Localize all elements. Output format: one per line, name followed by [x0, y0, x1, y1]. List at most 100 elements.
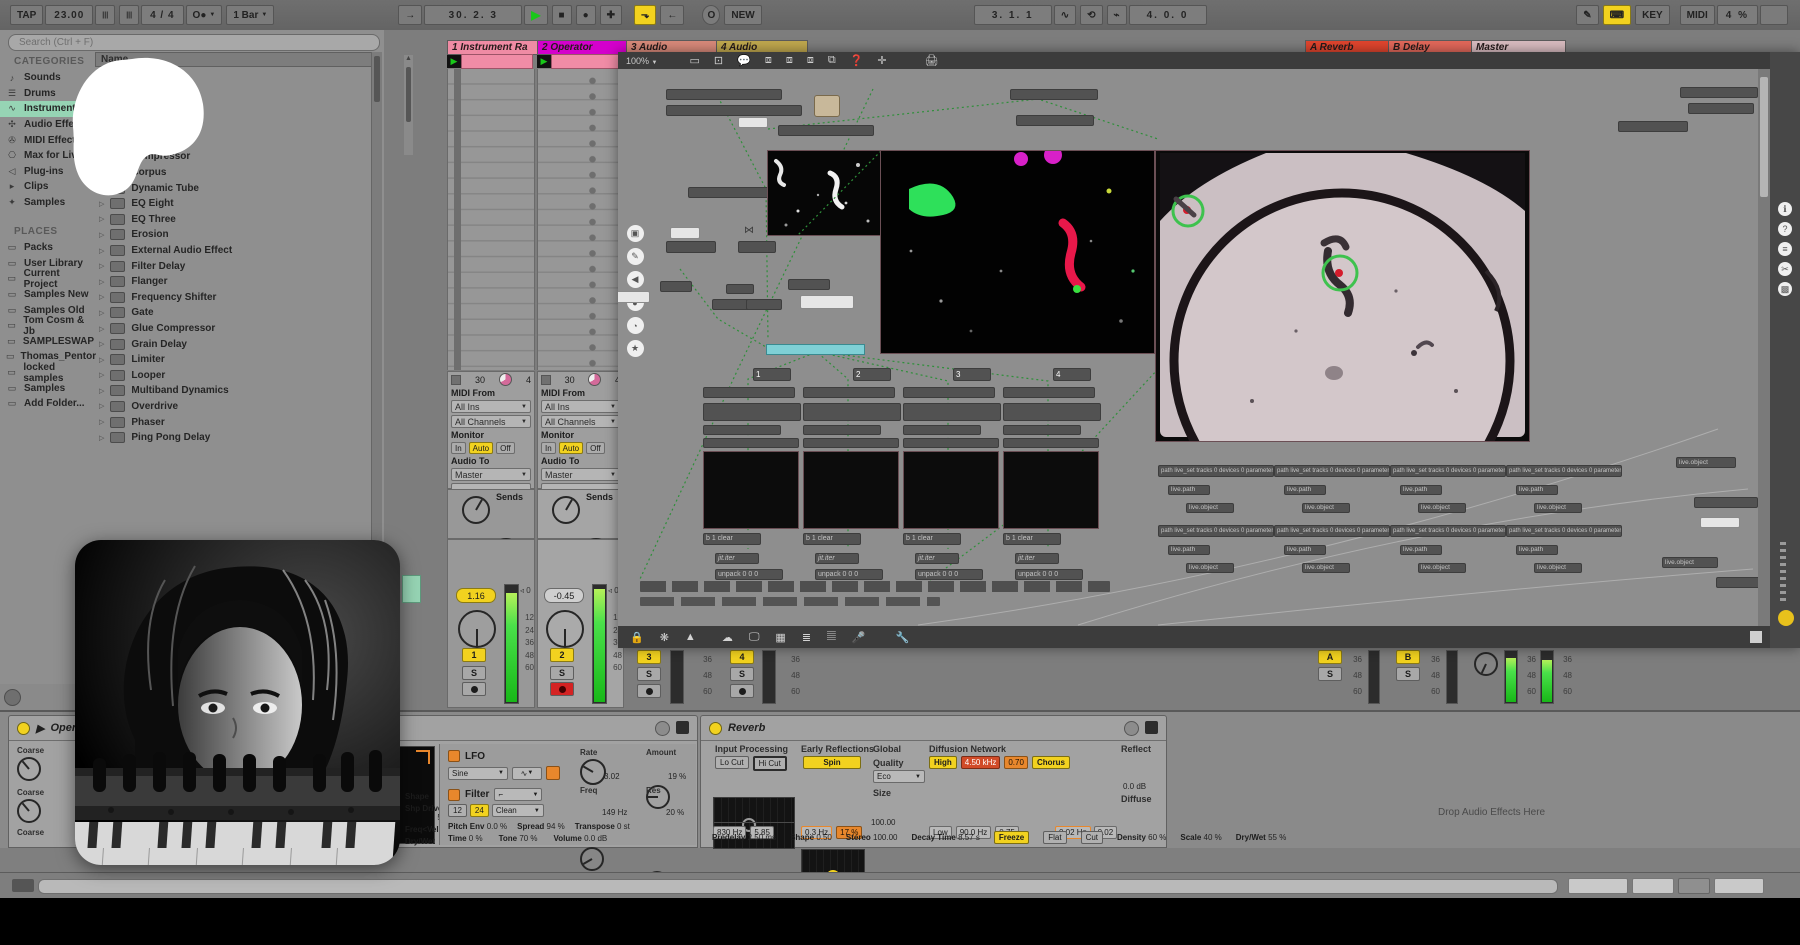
max-object-box[interactable] — [1716, 577, 1758, 588]
monitor-off-button[interactable]: Off — [586, 442, 605, 454]
max-object-box[interactable] — [726, 284, 754, 294]
disclosure-triangle-icon[interactable]: ▷ — [99, 387, 104, 395]
arm-button[interactable] — [462, 682, 486, 696]
device-list-item[interactable]: ▷Erosion — [95, 227, 371, 243]
attach-tool-icon[interactable]: ✎ — [627, 248, 644, 265]
session-scrollbar[interactable]: ▲ — [404, 55, 413, 155]
midi-channel-select[interactable]: All Channels▼ — [541, 415, 620, 428]
device-list-item[interactable]: ▷Frequency Shifter — [95, 290, 371, 306]
device-list-item[interactable]: ▷Flanger — [95, 274, 371, 290]
play-button[interactable]: ▶ — [524, 5, 547, 25]
lo-cut-button[interactable]: Lo Cut — [715, 756, 749, 769]
lfo-rate-value[interactable]: 3.02 — [604, 772, 620, 781]
solo-button[interactable]: S — [730, 667, 754, 681]
size-value[interactable]: 100.00 — [871, 818, 895, 827]
box-icon[interactable]: ⧉ — [828, 54, 836, 67]
max-number-box[interactable]: 1 — [753, 368, 791, 381]
clip-grid-track1[interactable] — [447, 69, 535, 370]
transpose-value[interactable]: 0 st — [617, 822, 630, 831]
unpack-box[interactable]: unpack 0 0 0 — [1015, 569, 1083, 580]
max-object-box[interactable] — [1003, 438, 1099, 448]
hi-cut-button[interactable]: Hi Cut — [753, 756, 787, 771]
live-path-box[interactable]: live.path — [1284, 485, 1326, 495]
live-object-box[interactable]: live.object — [1534, 503, 1582, 513]
sidebar-place-item[interactable]: ▭Samples New — [0, 287, 94, 303]
device-list-item[interactable]: ▷Multiband Dynamics — [95, 383, 371, 399]
device-drop-zone[interactable]: Drop Audio Effects Here — [1168, 715, 1800, 846]
live-object-box[interactable]: live.object — [1534, 563, 1582, 573]
disclosure-triangle-icon[interactable]: ▷ — [99, 356, 104, 364]
filter-slope-24[interactable]: 24 — [470, 804, 489, 817]
device-list-item[interactable]: ▷Phaser — [95, 414, 371, 430]
path-message-box[interactable]: path live_set tracks 0 devices 0 paramet… — [1506, 525, 1622, 537]
tone-value[interactable]: 70 % — [519, 834, 537, 843]
live-path-box[interactable]: live.path — [1284, 545, 1326, 555]
time-signature-field[interactable]: 4 / 4 — [141, 5, 183, 25]
device-list-item[interactable]: ▷Limiter — [95, 352, 371, 368]
punch-in-button[interactable]: ∿ — [1054, 5, 1076, 25]
hot-swap-icon[interactable] — [1124, 721, 1139, 736]
device-list-item[interactable]: ▷Grain Delay — [95, 336, 371, 352]
snippets-icon[interactable]: ✂ — [1778, 262, 1792, 276]
scrollbar-handle[interactable] — [374, 56, 380, 102]
spin-toggle[interactable]: Spin — [803, 756, 861, 769]
jit-iter-box[interactable]: jit.iter — [915, 553, 959, 564]
clip-play-icon[interactable]: ▶ — [537, 55, 551, 68]
scroll-left-cap[interactable] — [12, 879, 34, 892]
density-value[interactable]: 60 % — [1148, 833, 1166, 842]
clear-message-box[interactable]: b 1 clear — [1003, 533, 1061, 545]
max-number-box[interactable] — [618, 291, 650, 303]
stop-clip-icon[interactable] — [451, 375, 461, 385]
quality-select[interactable]: Eco▼ — [873, 770, 925, 783]
clip-play-icon[interactable]: ▶ — [447, 55, 461, 68]
reflect-value[interactable]: 0.0 dB — [1123, 782, 1146, 791]
loop-button[interactable]: ⟲ — [1080, 5, 1102, 25]
max-number-box[interactable] — [670, 227, 700, 239]
clip[interactable] — [461, 54, 533, 69]
live-path-box[interactable]: live.path — [1168, 545, 1210, 555]
live-path-box[interactable]: live.path — [1168, 485, 1210, 495]
high-shelf-toggle[interactable]: High — [929, 756, 957, 769]
max-console-icon[interactable]: ≡ — [1778, 242, 1792, 256]
max-object-box[interactable] — [778, 125, 874, 136]
disclosure-triangle-icon[interactable]: ▷ — [99, 231, 104, 239]
reference-icon[interactable]: ? — [1778, 222, 1792, 236]
max-object-box[interactable] — [1010, 89, 1098, 100]
coarse-knob[interactable] — [17, 757, 41, 781]
max-object-box[interactable] — [788, 279, 830, 290]
track-activator-button[interactable]: 2 — [550, 648, 574, 662]
max-object-box[interactable] — [903, 403, 1001, 421]
max-object-box[interactable] — [1003, 403, 1101, 421]
arm-button-recording[interactable] — [550, 682, 574, 696]
live-path-box[interactable]: live.path — [1400, 545, 1442, 555]
disclosure-triangle-icon[interactable]: ▷ — [99, 325, 104, 333]
device-list-item[interactable]: ▷Glue Compressor — [95, 321, 371, 337]
filter-circuit-select[interactable]: Clean▼ — [492, 804, 544, 817]
jit-pwindow[interactable] — [1003, 451, 1099, 529]
midi-channel-select[interactable]: All Channels▼ — [451, 415, 531, 428]
jit-pwindow[interactable] — [903, 451, 999, 529]
lfo-on-toggle[interactable] — [448, 750, 460, 762]
pitch-env-value[interactable]: 0.0 % — [487, 822, 507, 831]
max-object-box[interactable] — [703, 403, 801, 421]
max-object-box[interactable] — [803, 387, 895, 398]
clip[interactable] — [551, 54, 622, 69]
unpack-box[interactable]: unpack 0 0 0 — [715, 569, 783, 580]
device-title-bar[interactable]: Reverb — [701, 716, 1166, 741]
jit-iter-box[interactable]: jit.iter — [1015, 553, 1059, 564]
max-message-box[interactable] — [800, 295, 854, 309]
monitor-auto-button[interactable]: Auto — [559, 442, 583, 454]
notification-badge[interactable] — [1778, 610, 1794, 626]
decay-value[interactable]: 8.57 s — [958, 833, 980, 842]
stop-clip-icon[interactable] — [541, 375, 551, 385]
quantization-menu[interactable]: 1 Bar▼ — [226, 5, 274, 25]
cut-button[interactable]: Cut — [1081, 831, 1103, 844]
computer-midi-keyboard-button[interactable]: ⌨ — [1603, 5, 1631, 25]
lfo-retrigger-toggle[interactable] — [546, 766, 560, 780]
sidebar-place-item[interactable]: ▭Add Folder... — [0, 396, 94, 412]
filter-freq-knob[interactable] — [580, 847, 604, 871]
live-object-box[interactable]: live.object — [1418, 563, 1466, 573]
midi-from-select[interactable]: All Ins▼ — [451, 400, 531, 413]
track-header-1[interactable]: 1 Instrument Ra — [447, 40, 539, 55]
clear-message-box[interactable]: b 1 clear — [703, 533, 761, 545]
